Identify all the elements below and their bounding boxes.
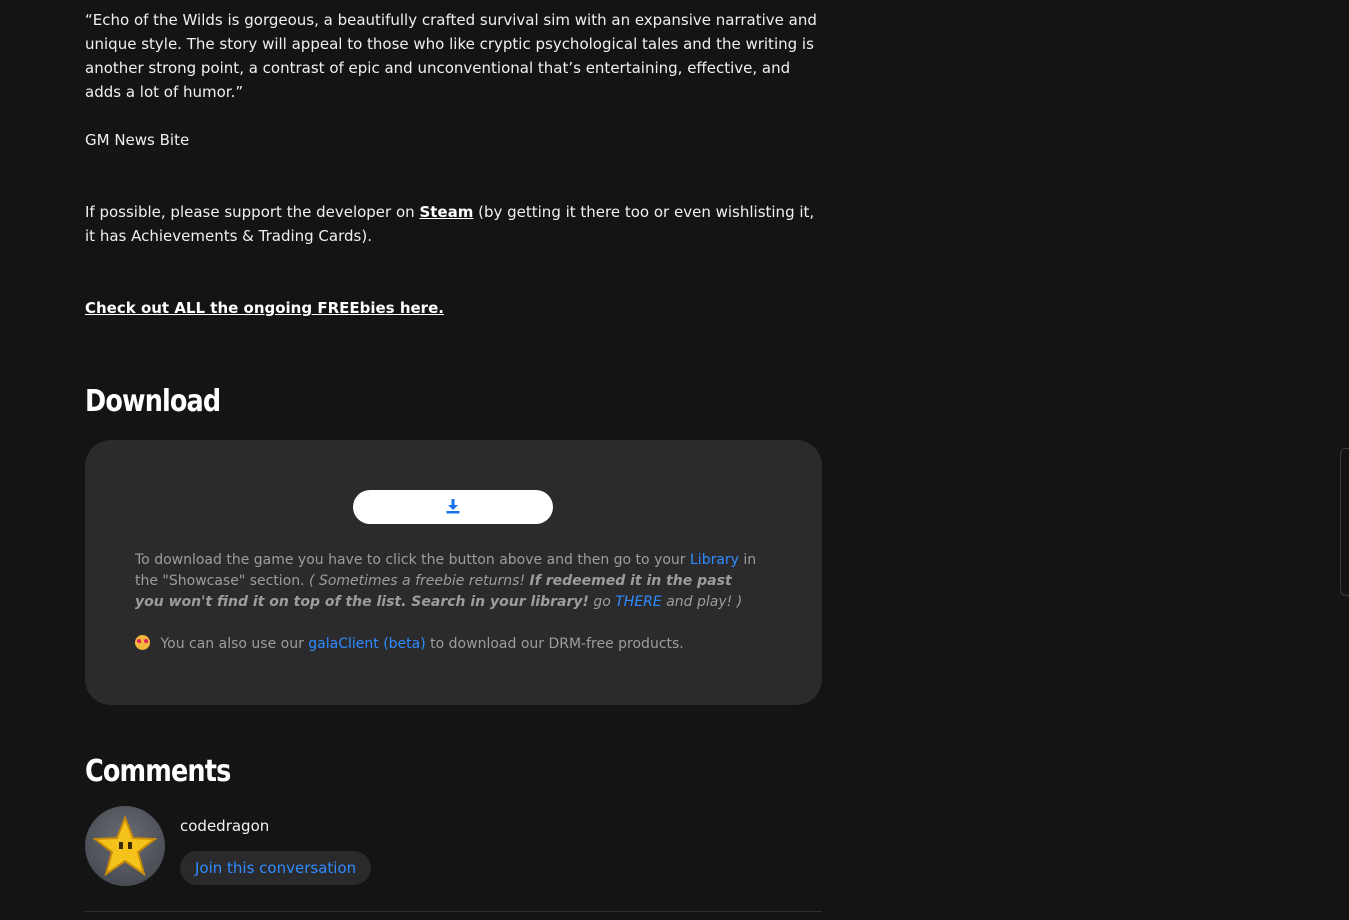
freebies-paragraph: Check out ALL the ongoing FREEbies here. <box>85 296 444 320</box>
download-button[interactable] <box>353 490 553 524</box>
scrollbar[interactable] <box>1340 448 1349 596</box>
avatar[interactable] <box>85 806 165 886</box>
steam-link[interactable]: Steam <box>419 203 473 221</box>
download-heading: Download <box>85 384 221 419</box>
download-instructions: To download the game you have to click t… <box>135 550 765 613</box>
freebies-link[interactable]: Check out ALL the ongoing FREEbies here. <box>85 299 444 317</box>
galaclient-link[interactable]: galaClient (beta) <box>308 636 425 652</box>
instructions-italic-2: go <box>588 594 616 610</box>
instructions-italic-3: and play! ) <box>661 594 743 610</box>
instructions-italic-1: ( Sometimes a freebie returns! <box>309 573 530 589</box>
client-prefix: You can also use our <box>156 636 309 652</box>
review-quote: “Echo of the Wilds is gorgeous, a beauti… <box>85 11 817 101</box>
star-avatar-icon <box>93 815 157 877</box>
library-link[interactable]: Library <box>690 552 739 568</box>
client-note: You can also use our galaClient (beta) t… <box>135 634 765 655</box>
support-prefix: If possible, please support the develope… <box>85 203 420 221</box>
quote-source: GM News Bite <box>85 131 190 149</box>
comments-divider <box>85 911 822 912</box>
support-paragraph: If possible, please support the develope… <box>85 200 825 248</box>
there-link[interactable]: THERE <box>615 594 662 610</box>
instructions-text-1: To download the game you have to click t… <box>135 552 690 568</box>
join-conversation-button[interactable]: Join this conversation <box>180 851 372 885</box>
download-card: To download the game you have to click t… <box>85 440 822 705</box>
comments-heading: Comments <box>85 754 231 789</box>
comment-username: codedragon <box>180 817 270 835</box>
download-icon <box>445 498 461 517</box>
client-suffix: to download our DRM-free products. <box>425 636 684 652</box>
star-eyes-emoji-icon <box>135 635 150 650</box>
